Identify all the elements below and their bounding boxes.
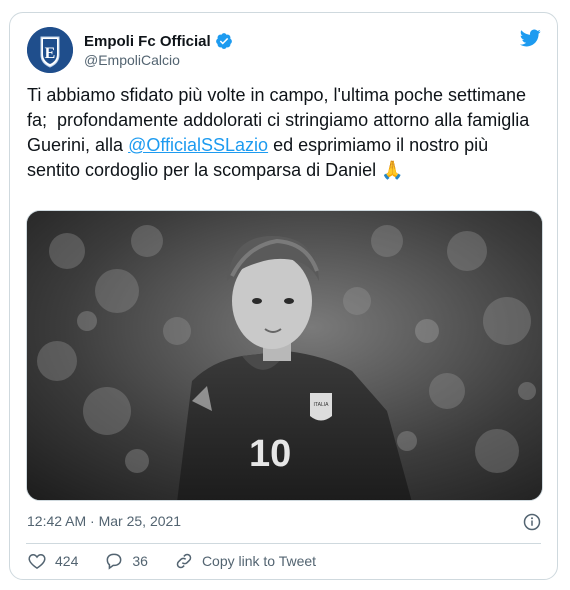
timestamp-text[interactable]: 12:42 AM · Mar 25, 2021	[27, 513, 181, 529]
shirt-number: 10	[249, 433, 291, 475]
tweet-text: Ti abbiamo sfidato più volte in campo, l…	[27, 83, 539, 183]
author-row[interactable]: Empoli Fc Official	[84, 32, 233, 50]
svg-text:E: E	[45, 45, 56, 62]
heart-icon	[28, 553, 46, 569]
twitter-bird-icon[interactable]	[517, 27, 543, 49]
author-handle[interactable]: @EmpoliCalcio	[84, 52, 180, 68]
like-count: 424	[55, 553, 79, 569]
player-photo-illustration: ITALIA 10	[27, 211, 542, 500]
divider	[26, 543, 541, 544]
tweet-timestamp[interactable]: 12:42 AM · Mar 25, 2021	[27, 513, 181, 529]
mention-link[interactable]: @OfficialSSLazio	[128, 135, 268, 155]
info-icon[interactable]	[523, 513, 541, 531]
tweet-actions: 424 36 Copy link to Tweet	[27, 551, 342, 571]
like-button[interactable]: 424	[27, 551, 78, 571]
verified-badge-icon	[215, 32, 233, 50]
reply-count: 36	[132, 553, 148, 569]
avatar[interactable]: E	[27, 27, 73, 73]
shirt-badge-text: ITALIA	[314, 402, 330, 408]
copy-link-button[interactable]: Copy link to Tweet	[174, 551, 316, 571]
reply-button[interactable]: 36	[104, 551, 148, 571]
tweet-photo[interactable]: ITALIA 10	[26, 210, 543, 501]
link-icon	[176, 553, 192, 569]
author-name[interactable]: Empoli Fc Official	[84, 33, 211, 50]
tweet-card[interactable]: E Empoli Fc Official @EmpoliCalcio Ti ab…	[9, 12, 558, 580]
reply-icon	[106, 553, 122, 570]
copy-link-label[interactable]: Copy link to Tweet	[202, 553, 316, 569]
